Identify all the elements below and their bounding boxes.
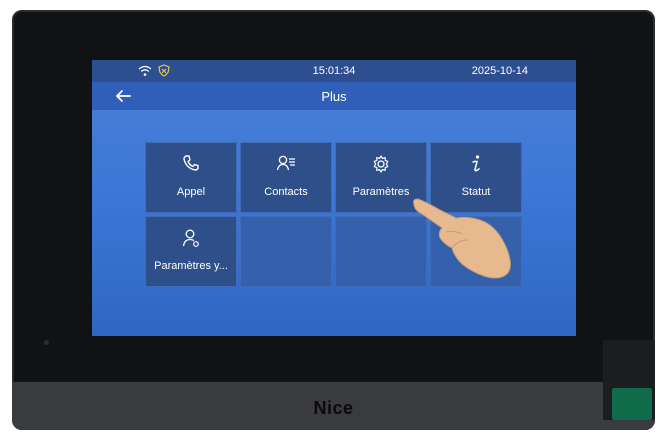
tile-label: Contacts — [264, 186, 308, 198]
header-bar: Plus — [92, 82, 576, 110]
pointing-hand-icon — [413, 198, 511, 279]
page-title: Plus — [321, 89, 347, 104]
tile-empty — [240, 216, 332, 287]
phone-icon — [183, 155, 199, 171]
device-sensor-dot — [44, 340, 49, 345]
tile-label: Paramètres y... — [154, 260, 228, 272]
contacts-icon — [276, 155, 295, 171]
device-brand-logo: Nice — [313, 398, 354, 418]
tile-label: Appel — [176, 186, 206, 198]
tile-contacts[interactable]: Contacts — [240, 142, 332, 213]
info-icon — [472, 155, 480, 172]
user-settings-icon — [182, 229, 199, 247]
status-bar: 15:01:34 2025-10-14 — [92, 60, 576, 82]
tile-appel[interactable]: Appel — [145, 142, 237, 213]
status-date: 2025-10-14 — [471, 65, 528, 77]
gear-icon — [373, 155, 389, 173]
tile-parametres-utilisateur[interactable]: Paramètres y... — [145, 216, 237, 287]
